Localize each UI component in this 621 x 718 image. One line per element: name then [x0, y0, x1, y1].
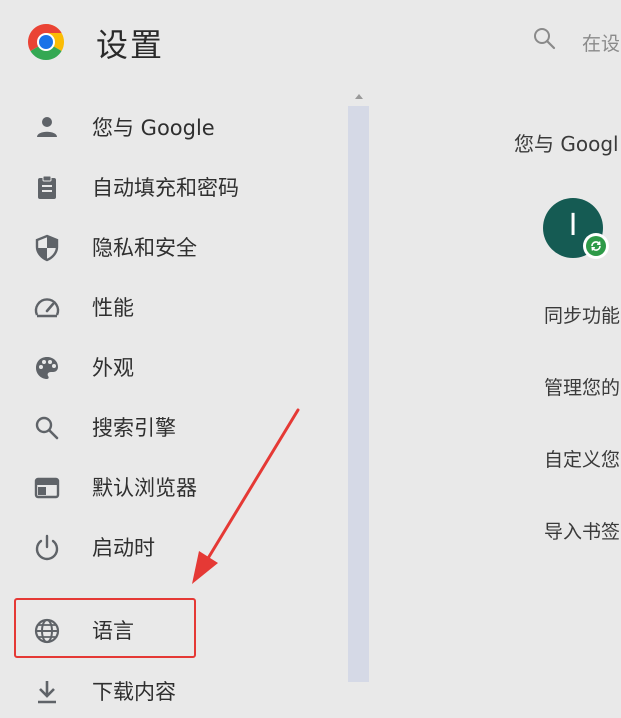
search-icon[interactable] [532, 26, 558, 52]
sidebar-item-appearance[interactable]: 外观 [14, 338, 344, 394]
browser-window-icon [34, 477, 60, 499]
sync-badge [583, 233, 609, 259]
sidebar-item-label: 隐私和安全 [92, 236, 197, 260]
sidebar-item-label: 启动时 [92, 536, 155, 560]
power-icon [35, 534, 59, 561]
scroll-up-arrow-icon[interactable] [352, 90, 366, 102]
sidebar-item-label: 外观 [92, 356, 134, 380]
main-item-manage-account[interactable]: 管理您的 [544, 373, 620, 400]
search-input[interactable]: 在设 [582, 29, 620, 56]
page-title: 设置 [96, 26, 165, 64]
clipboard-icon [38, 175, 56, 199]
sidebar-item-label: 搜索引擎 [92, 416, 176, 440]
download-icon [38, 681, 56, 704]
sidebar-item-autofill[interactable]: 自动填充和密码 [14, 158, 344, 214]
sidebar-item-downloads[interactable]: 下载内容 [14, 662, 344, 718]
sidebar-item-default-browser[interactable]: 默认浏览器 [14, 458, 344, 514]
sidebar-item-label: 下载内容 [92, 680, 176, 704]
sync-icon [591, 241, 601, 251]
sidebar-item-you-and-google[interactable]: 您与 Google [14, 98, 344, 154]
sidebar-item-label: 默认浏览器 [92, 476, 197, 500]
palette-icon [36, 357, 58, 379]
annotation-highlight-box [14, 598, 196, 658]
main-item-customize-profile[interactable]: 自定义您 [544, 445, 620, 472]
sidebar-item-label: 自动填充和密码 [92, 176, 239, 200]
speedometer-icon [34, 298, 60, 318]
chrome-logo-icon[interactable] [28, 24, 64, 60]
main-item-sync[interactable]: 同步功能 [544, 301, 620, 328]
sidebar-item-label: 您与 Google [92, 116, 215, 140]
sidebar-item-performance[interactable]: 性能 [14, 278, 344, 334]
sidebar-item-search-engine[interactable]: 搜索引擎 [14, 398, 344, 454]
person-icon [37, 117, 57, 137]
sidebar-item-privacy[interactable]: 隐私和安全 [14, 218, 344, 274]
header: 设置 在设 [0, 0, 621, 88]
sidebar-item-label: 性能 [92, 296, 134, 320]
section-title: 您与 Googl [514, 132, 619, 156]
main-item-import-bookmarks[interactable]: 导入书签 [544, 517, 620, 544]
sidebar-item-on-startup[interactable]: 启动时 [14, 518, 344, 574]
search-icon [35, 416, 59, 440]
scrollbar-thumb[interactable] [348, 106, 369, 682]
shield-icon [35, 234, 59, 262]
